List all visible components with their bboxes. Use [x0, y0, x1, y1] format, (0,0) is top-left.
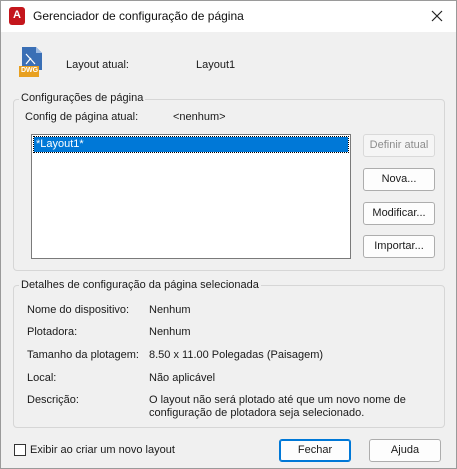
- device-name-label: Nome do dispositivo:: [27, 304, 130, 316]
- location-label: Local:: [27, 372, 57, 384]
- show-on-new-layout-label: Exibir ao criar um novo layout: [30, 444, 175, 456]
- show-on-new-layout-checkbox[interactable]: [14, 444, 26, 456]
- modify-button[interactable]: Modificar...: [363, 202, 435, 225]
- plotter-value: Nenhum: [149, 326, 191, 338]
- page-setups-group-title: Configurações de página: [19, 92, 146, 104]
- description-value-line2: configuração de plotadora seja seleciona…: [149, 407, 365, 419]
- title-bar: A Gerenciador de configuração de página: [1, 1, 456, 32]
- plot-size-value: 8.50 x 11.00 Polegadas (Paisagem): [149, 349, 324, 361]
- dwg-file-icon: DWG: [19, 46, 45, 78]
- current-layout-label: Layout atual:: [66, 59, 129, 71]
- help-button[interactable]: Ajuda: [369, 439, 441, 462]
- set-current-button[interactable]: Definir atual: [363, 134, 435, 157]
- details-group-title: Detalhes de configuração da página selec…: [19, 279, 261, 291]
- import-button[interactable]: Importar...: [363, 235, 435, 258]
- new-button[interactable]: Nova...: [363, 168, 435, 191]
- current-layout-value: Layout1: [196, 59, 236, 71]
- list-item[interactable]: *Layout1*: [33, 136, 349, 153]
- current-setup-label: Config de página atual:: [25, 111, 139, 123]
- page-setup-manager-dialog: A Gerenciador de configuração de página …: [0, 0, 457, 469]
- description-value-line1: O layout não será plotado até que um nov…: [149, 394, 406, 406]
- current-setup-value: <nenhum>: [173, 111, 226, 123]
- device-name-value: Nenhum: [149, 304, 191, 316]
- dwg-icon-label: DWG: [21, 67, 39, 74]
- close-button[interactable]: Fechar: [279, 439, 351, 462]
- close-icon[interactable]: [424, 4, 450, 28]
- page-setups-list[interactable]: *Layout1*: [31, 134, 351, 259]
- location-value: Não aplicável: [149, 372, 216, 384]
- autocad-app-icon: A: [9, 7, 25, 25]
- window-title: Gerenciador de configuração de página: [33, 9, 244, 23]
- description-label: Descrição:: [27, 394, 79, 406]
- plot-size-label: Tamanho da plotagem:: [27, 349, 139, 361]
- plotter-label: Plotadora:: [27, 326, 78, 338]
